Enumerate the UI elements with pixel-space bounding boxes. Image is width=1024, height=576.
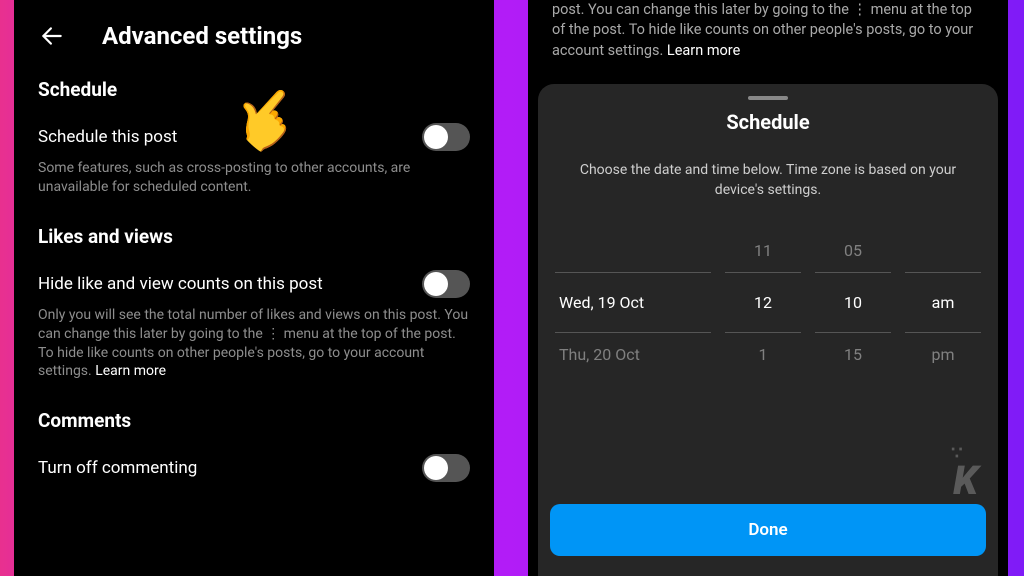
- hide-likes-toggle[interactable]: [422, 270, 470, 298]
- advanced-settings-screen: Advanced settings Schedule Schedule this…: [14, 0, 494, 576]
- turn-off-commenting-toggle[interactable]: [422, 454, 470, 482]
- section-comments-heading: Comments: [14, 397, 494, 440]
- turn-off-commenting-label: Turn off commenting: [38, 458, 197, 478]
- picker-minute-prev[interactable]: 05: [815, 229, 891, 272]
- picker-minute-next[interactable]: 15: [815, 333, 891, 376]
- hide-likes-toggle-label: Hide like and view counts on this post: [38, 274, 323, 294]
- schedule-sheet-screen: post. You can change this later by going…: [528, 0, 1008, 576]
- picker-ampm-prev[interactable]: [905, 229, 981, 272]
- schedule-desc: Some features, such as cross-posting to …: [14, 159, 494, 213]
- learn-more-link[interactable]: Learn more: [667, 42, 740, 59]
- page-title: Advanced settings: [102, 22, 302, 50]
- picker-hour-selected[interactable]: 12: [725, 272, 801, 333]
- datetime-picker[interactable]: 11 05 Wed, 19 Oct 12 10 am Thu, 20 Oct 1…: [538, 229, 998, 376]
- learn-more-link[interactable]: Learn more: [95, 363, 166, 379]
- section-schedule-heading: Schedule: [14, 66, 494, 109]
- done-button[interactable]: Done: [550, 504, 986, 556]
- picker-minute-selected[interactable]: 10: [815, 272, 891, 333]
- picker-ampm-selected[interactable]: am: [905, 272, 981, 333]
- back-icon[interactable]: [38, 22, 66, 50]
- picker-date-selected[interactable]: Wed, 19 Oct: [555, 272, 711, 333]
- picker-date-prev[interactable]: [555, 229, 711, 272]
- sheet-subtitle: Choose the date and time below. Time zon…: [538, 134, 998, 229]
- right-top-partial-text: post. You can change this later by going…: [528, 0, 1008, 73]
- watermark-icon: K: [953, 457, 976, 504]
- picker-hour-prev[interactable]: 11: [725, 229, 801, 272]
- section-likes-heading: Likes and views: [14, 213, 494, 256]
- sheet-grabber[interactable]: [748, 96, 788, 100]
- picker-ampm-next[interactable]: pm: [905, 333, 981, 376]
- schedule-toggle-label: Schedule this post: [38, 127, 177, 147]
- hide-likes-desc: Only you will see the total number of li…: [14, 306, 494, 398]
- schedule-bottom-sheet: Schedule Choose the date and time below.…: [538, 84, 998, 576]
- sheet-title: Schedule: [538, 110, 998, 134]
- picker-date-next[interactable]: Thu, 20 Oct: [555, 333, 711, 376]
- picker-hour-next[interactable]: 1: [725, 333, 801, 376]
- schedule-toggle[interactable]: [422, 123, 470, 151]
